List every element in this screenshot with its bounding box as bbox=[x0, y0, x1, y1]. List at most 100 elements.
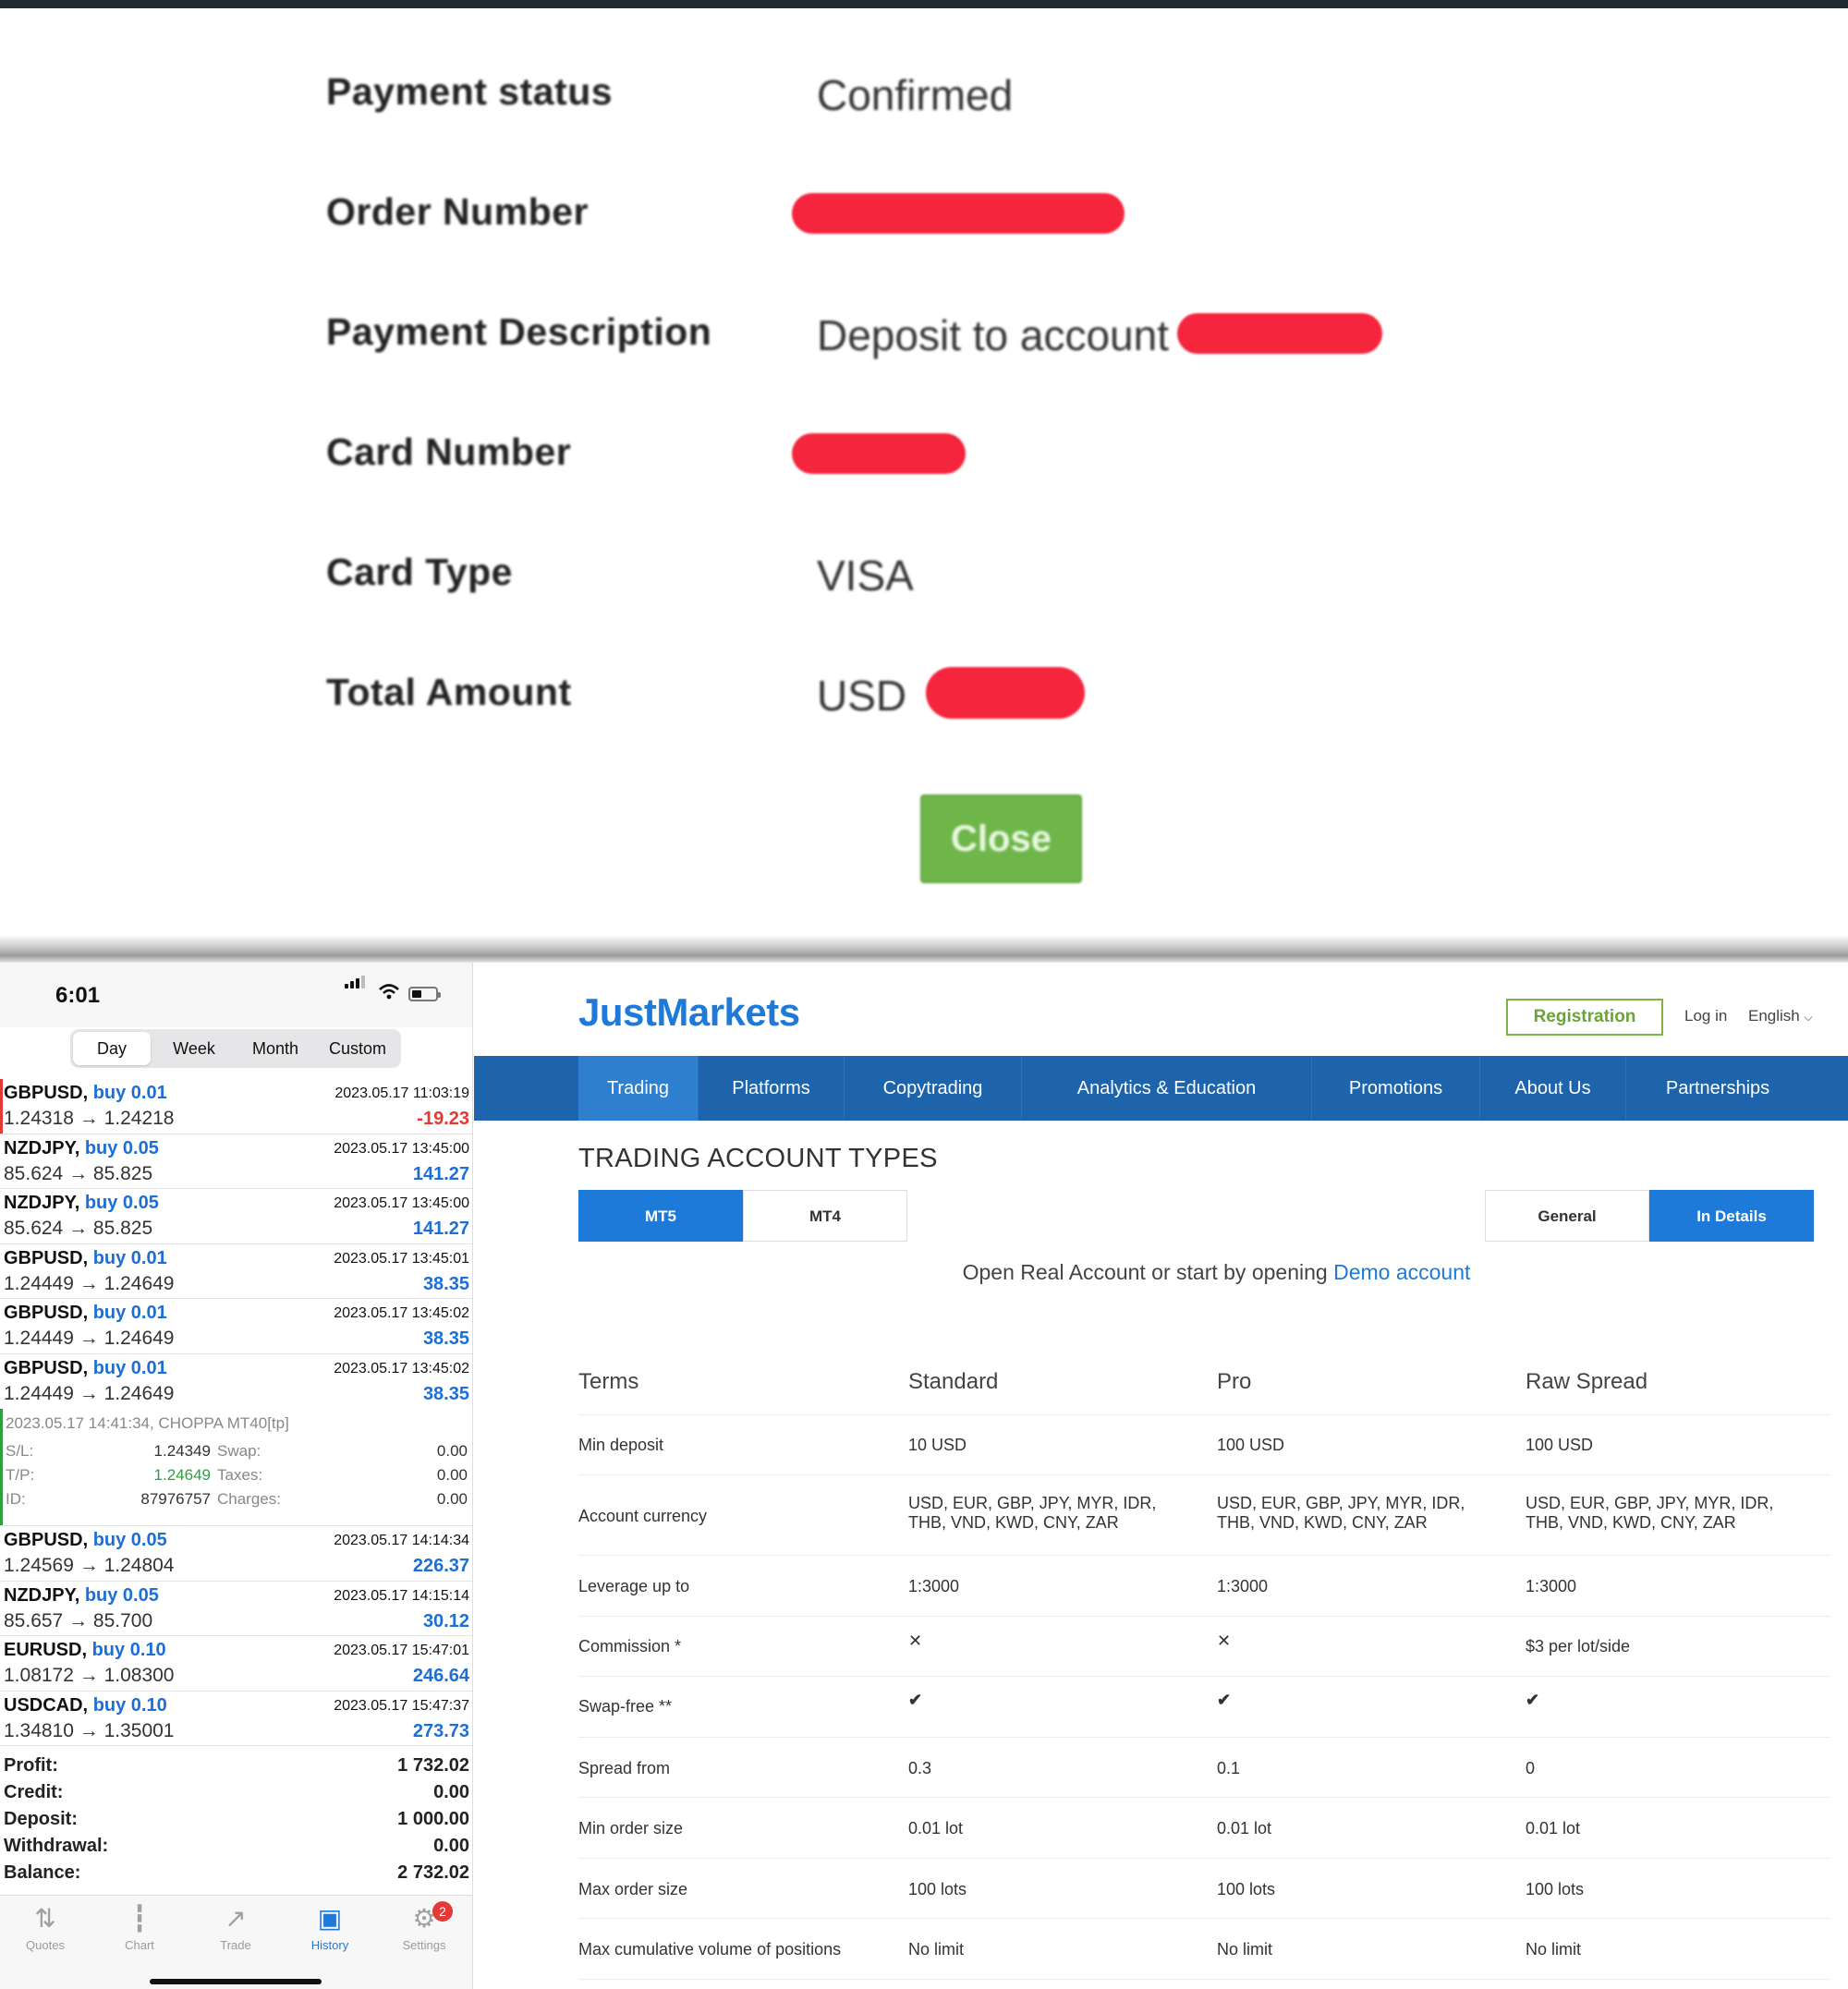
cta-text: Open Real Account or start by opening bbox=[962, 1260, 1334, 1284]
check-icon: ✔ bbox=[1526, 1691, 1540, 1709]
summary-label: Balance: bbox=[4, 1862, 81, 1883]
tab-quotes[interactable]: ⇅ Quotes bbox=[4, 1905, 87, 1953]
deal-time: 2023.05.17 13:45:00 bbox=[334, 1140, 469, 1157]
tab-general[interactable]: General bbox=[1485, 1190, 1649, 1242]
swap-value: 0.00 bbox=[436, 1442, 468, 1460]
tab-trade[interactable]: ↗ Trade bbox=[194, 1904, 277, 1953]
tab-history[interactable]: ▣ History bbox=[288, 1904, 371, 1953]
taxes-label: Taxes: bbox=[217, 1466, 263, 1484]
tab-mt4[interactable]: MT4 bbox=[743, 1190, 907, 1242]
cell-standard: 1:3000 bbox=[908, 1577, 960, 1595]
tp-value: 1.24649 bbox=[153, 1466, 211, 1484]
summary-label: Deposit: bbox=[4, 1809, 78, 1829]
close-button[interactable]: Close bbox=[920, 794, 1082, 883]
summary-row-deposit: Deposit: 1 000.00 bbox=[4, 1809, 469, 1836]
summary-value: 2 732.02 bbox=[397, 1862, 469, 1883]
deal-row[interactable]: USDCAD, buy 0.10 2023.05.17 15:47:37 1.3… bbox=[0, 1692, 472, 1746]
nav-promotions[interactable]: Promotions bbox=[1312, 1056, 1480, 1121]
nav-about-us[interactable]: About Us bbox=[1480, 1056, 1626, 1121]
sl-value: 1.24349 bbox=[153, 1442, 211, 1460]
receipt-row-total-amount: Total Amount USD bbox=[0, 658, 1848, 741]
demo-account-link[interactable]: Demo account bbox=[1333, 1260, 1470, 1284]
deal-row[interactable]: GBPUSD, buy 0.01 2023.05.17 11:03:19 1.2… bbox=[0, 1079, 472, 1134]
tab-day[interactable]: Day bbox=[73, 1032, 151, 1065]
cell-pro: 100 USD bbox=[1217, 1436, 1285, 1454]
tab-month[interactable]: Month bbox=[235, 1032, 316, 1065]
deal-row[interactable]: GBPUSD, buy 0.01 2023.05.17 13:45:02 1.2… bbox=[0, 1299, 472, 1354]
registration-button[interactable]: Registration bbox=[1506, 999, 1663, 1036]
deal-detail-header: 2023.05.17 14:41:34, CHOPPA MT40[tp] bbox=[6, 1414, 289, 1432]
nav-trading[interactable]: Trading bbox=[578, 1056, 699, 1121]
justmarkets-logo[interactable]: JustMarkets bbox=[578, 990, 800, 1035]
cell-standard: No limit bbox=[908, 1940, 965, 1959]
tab-label: Quotes bbox=[26, 1938, 65, 1952]
redaction-mark bbox=[792, 433, 966, 474]
tab-settings[interactable]: ⚙ 2 Settings bbox=[383, 1901, 466, 1952]
tab-week[interactable]: Week bbox=[153, 1032, 235, 1065]
deal-profit: 38.35 bbox=[422, 1273, 469, 1294]
deal-details[interactable]: 2023.05.17 14:41:34, CHOPPA MT40[tp] S/L… bbox=[0, 1409, 472, 1526]
deal-symbol: EURUSD, buy 0.10 bbox=[4, 1640, 166, 1661]
wifi-icon bbox=[379, 984, 399, 1000]
tab-in-details[interactable]: In Details bbox=[1649, 1190, 1814, 1242]
cell-pro: USD, EUR, GBP, JPY, MYR, IDR, THB, VND, … bbox=[1217, 1494, 1465, 1532]
summary-value: 1 000.00 bbox=[397, 1809, 469, 1829]
deal-row[interactable]: EURUSD, buy 0.10 2023.05.17 15:47:01 1.0… bbox=[0, 1636, 472, 1692]
tab-custom[interactable]: Custom bbox=[316, 1032, 399, 1065]
cell-term: Spread from bbox=[578, 1759, 671, 1777]
summary-row-withdrawal: Withdrawal: 0.00 bbox=[4, 1836, 469, 1862]
status-bar: 6:01 bbox=[0, 963, 472, 1027]
table-row: Commission * ✕ ✕ $3 per lot/side bbox=[578, 1617, 1830, 1677]
deal-row[interactable]: NZDJPY, buy 0.05 2023.05.17 13:45:00 85.… bbox=[0, 1134, 472, 1189]
deal-row[interactable]: GBPUSD, buy 0.05 2023.05.17 14:14:34 1.2… bbox=[0, 1526, 472, 1582]
nav-partnerships[interactable]: Partnerships bbox=[1626, 1056, 1809, 1121]
detail-row: S/L: 1.24349 Swap: 0.00 bbox=[6, 1442, 468, 1466]
cell-standard: 100 lots bbox=[908, 1880, 967, 1898]
chart-icon: ┇ bbox=[131, 1904, 148, 1933]
history-icon: ▣ bbox=[317, 1904, 343, 1933]
deal-symbol: GBPUSD, buy 0.01 bbox=[4, 1248, 167, 1269]
symbol: GBPUSD, bbox=[4, 1083, 89, 1103]
nav-platforms[interactable]: Platforms bbox=[699, 1056, 845, 1121]
nav-copytrading[interactable]: Copytrading bbox=[845, 1056, 1022, 1121]
deal-symbol: NZDJPY, buy 0.05 bbox=[4, 1585, 159, 1607]
profit-marker bbox=[0, 1409, 3, 1525]
id-label: ID: bbox=[6, 1490, 26, 1508]
cell-term: Account currency bbox=[578, 1507, 708, 1525]
deal-row[interactable]: GBPUSD, buy 0.01 2023.05.17 13:45:01 1.2… bbox=[0, 1244, 472, 1299]
symbol: EURUSD, bbox=[4, 1640, 88, 1660]
col-standard: Standard bbox=[908, 1369, 999, 1394]
id-value: 87976757 bbox=[140, 1490, 211, 1508]
tab-label: History bbox=[310, 1938, 349, 1952]
deal-profit: 38.35 bbox=[422, 1383, 469, 1404]
language-selector[interactable]: English ⌵ bbox=[1748, 1007, 1813, 1025]
nav-analytics-education[interactable]: Analytics & Education bbox=[1022, 1056, 1312, 1121]
deal-row[interactable]: NZDJPY, buy 0.05 2023.05.17 13:45:00 85.… bbox=[0, 1189, 472, 1244]
cell-raw: No limit bbox=[1526, 1940, 1582, 1959]
tab-chart[interactable]: ┇ Chart bbox=[98, 1904, 181, 1953]
screenshot-divider bbox=[0, 935, 1848, 963]
deal-prices: 1.24449 → 1.24649 bbox=[4, 1382, 175, 1404]
symbol: USDCAD, bbox=[4, 1694, 89, 1716]
login-link[interactable]: Log in bbox=[1684, 1007, 1727, 1025]
deal-row[interactable]: NZDJPY, buy 0.05 2023.05.17 14:15:14 85.… bbox=[0, 1582, 472, 1636]
deal-row[interactable]: GBPUSD, buy 0.01 2023.05.17 13:45:02 1.2… bbox=[0, 1354, 472, 1410]
col-pro: Pro bbox=[1217, 1369, 1252, 1394]
loss-marker bbox=[0, 1079, 3, 1134]
trade-icon: ↗ bbox=[225, 1904, 247, 1933]
clock: 6:01 bbox=[55, 983, 101, 1008]
cell-raw: 0 bbox=[1526, 1759, 1536, 1777]
symbol: NZDJPY, bbox=[4, 1193, 80, 1213]
charges-value: 0.00 bbox=[436, 1490, 468, 1508]
cell-pro: 100 lots bbox=[1217, 1880, 1276, 1898]
deal-profit: 141.27 bbox=[412, 1219, 469, 1239]
top-bar bbox=[0, 0, 1848, 8]
swap-label: Swap: bbox=[217, 1442, 261, 1460]
charges-label: Charges: bbox=[217, 1490, 281, 1508]
redaction-mark bbox=[1177, 313, 1382, 354]
summary-value: 0.00 bbox=[433, 1836, 469, 1856]
receipt-row-status: Payment status Confirmed bbox=[0, 57, 1848, 140]
tab-label: Chart bbox=[125, 1938, 154, 1952]
deal-symbol: GBPUSD, buy 0.01 bbox=[4, 1358, 167, 1379]
tab-mt5[interactable]: MT5 bbox=[578, 1190, 743, 1242]
